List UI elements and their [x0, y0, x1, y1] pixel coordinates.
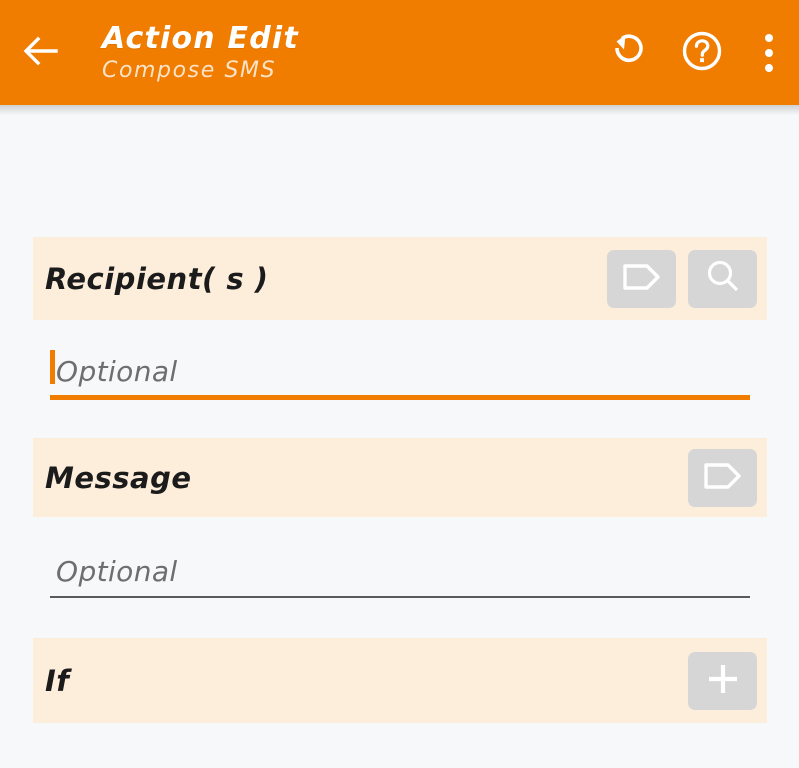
help-icon: [679, 28, 725, 78]
overflow-menu-button[interactable]: [739, 0, 799, 105]
tag-icon: [621, 260, 663, 297]
app-bar-actions: [591, 0, 799, 105]
app-bar-shadow: [0, 105, 799, 115]
message-input-placeholder: Optional: [56, 555, 178, 588]
text-cursor: [50, 350, 55, 384]
message-input-underline: [50, 596, 750, 598]
message-tag-button[interactable]: [688, 448, 757, 507]
section-actions-if: [688, 651, 757, 710]
recipients-input-field[interactable]: Optional: [50, 342, 750, 400]
undo-icon: [605, 28, 651, 78]
help-button[interactable]: [665, 0, 739, 105]
recipients-input-underline: [50, 395, 750, 400]
section-actions-message: [688, 448, 757, 507]
section-label-recipients: Recipient( s ): [45, 261, 269, 296]
section-actions-recipients: [607, 249, 757, 308]
page-title: Action Edit: [102, 20, 299, 56]
section-label-message: Message: [45, 460, 192, 495]
recipients-search-button[interactable]: [688, 249, 757, 308]
section-label-if: If: [45, 663, 70, 698]
page-subtitle: Compose SMS: [102, 57, 277, 83]
undo-button[interactable]: [591, 0, 665, 105]
app-bar: Action Edit Compose SMS: [0, 0, 799, 105]
overflow-menu-icon: [765, 33, 773, 72]
recipients-input-placeholder: Optional: [56, 354, 178, 388]
search-icon: [703, 257, 743, 300]
plus-icon: [703, 659, 743, 702]
back-button[interactable]: [0, 0, 80, 105]
tag-icon: [702, 459, 744, 496]
arrow-left-icon: [18, 29, 62, 77]
if-add-button[interactable]: [688, 651, 757, 710]
title-block: Action Edit Compose SMS: [80, 20, 591, 83]
message-input-field[interactable]: Optional: [50, 545, 750, 598]
recipients-tag-button[interactable]: [607, 249, 676, 308]
section-header-if: If: [33, 638, 767, 723]
section-header-recipients: Recipient( s ): [33, 237, 767, 320]
section-header-message: Message: [33, 438, 767, 517]
